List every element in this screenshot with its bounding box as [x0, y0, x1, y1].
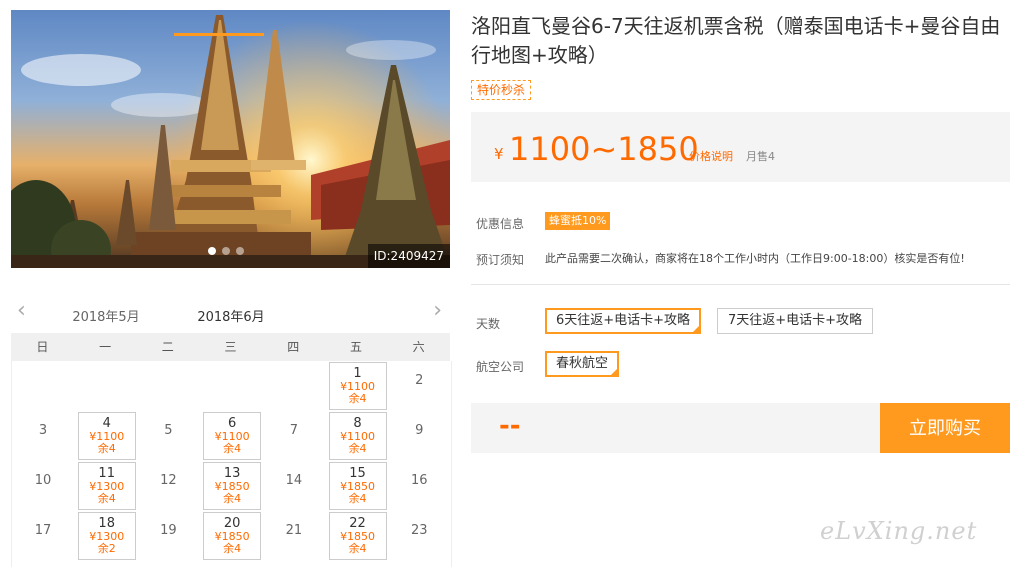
calendar-day-remaining: 余4 — [348, 542, 367, 555]
calendar-day-number: 16 — [411, 473, 428, 488]
weekday-label: 三 — [224, 340, 237, 354]
flash-sale-badge: 特价秒杀 — [471, 80, 532, 100]
calendar-day-available[interactable]: 6 ¥1100 余4 — [203, 412, 262, 460]
calendar-day: 14 — [263, 461, 325, 511]
day-option-7[interactable]: 7天往返+电话卡+攻略 — [717, 308, 874, 334]
calendar-day: 17 — [12, 511, 74, 561]
calendar-day-number: 12 — [160, 473, 177, 488]
calendar-day: 3 — [12, 411, 74, 461]
calendar-day-number: 11 — [98, 466, 115, 481]
calendar-day-number: 13 — [223, 466, 241, 481]
calendar-day-remaining: 余2 — [97, 542, 116, 555]
month-tab-indicator — [174, 33, 264, 36]
calendar-day-remaining: 余4 — [348, 392, 367, 405]
month-tab-prev[interactable]: 2018年5月 — [61, 306, 151, 325]
calendar-day-number: 15 — [349, 466, 366, 481]
calendar-day-number: 14 — [285, 473, 303, 488]
airline-label: 航空公司 — [476, 360, 525, 374]
calendar-day-number: 8 — [353, 416, 362, 431]
calendar-day: 9 — [388, 411, 450, 461]
section-divider — [471, 284, 1010, 285]
weekday-label: 二 — [161, 340, 174, 354]
calendar-day-available[interactable]: 15 ¥1850 余4 — [328, 462, 387, 510]
calendar-day-available[interactable]: 18 ¥1300 余2 — [77, 512, 136, 560]
booking-notice: 此产品需要二次确认，商家将在18个工作小时内（工作日9:00-18:00）核实是… — [545, 252, 965, 265]
calendar-day-number: 9 — [415, 423, 424, 438]
calendar-day-number: 10 — [34, 473, 52, 488]
calendar-day-available[interactable]: 20 ¥1850 余4 — [203, 512, 262, 560]
watermark: eLvXing.net — [820, 517, 978, 545]
calendar-day: 10 — [12, 461, 74, 511]
weekday-label: 五 — [349, 340, 362, 354]
chevron-left-icon[interactable]: ‹ — [17, 300, 26, 322]
days-label: 天数 — [476, 317, 501, 331]
carousel-dot[interactable] — [208, 247, 216, 255]
product-hero-image[interactable]: ID:2409427 — [11, 10, 450, 268]
calendar-day-remaining: 余4 — [348, 492, 367, 505]
calendar-day-remaining: 余4 — [348, 442, 367, 455]
calendar-day: 7 — [263, 411, 325, 461]
calendar-day: 5 — [137, 411, 199, 461]
monthly-sales: 月售4 — [746, 150, 775, 163]
carousel-dots — [208, 247, 244, 255]
calendar-day-number: 19 — [160, 523, 177, 538]
calendar-day-number: 1 — [353, 366, 362, 381]
calendar-day-remaining: 余4 — [223, 442, 242, 455]
month-tab-current[interactable]: 2018年6月 — [186, 306, 276, 325]
promo-label: 优惠信息 — [476, 217, 525, 231]
airline-option-spring[interactable]: 春秋航空 — [545, 351, 620, 377]
promo-tag: 蜂蜜抵10% — [545, 212, 611, 230]
calendar-day-remaining: 余4 — [97, 442, 116, 455]
currency-symbol: ¥ — [494, 145, 504, 163]
calendar-grid: 1 ¥1100 余4 2 3 4 ¥1100 余4 5 6 ¥1100 余4 7 8 ¥1100 余4 9 10 1… — [11, 361, 452, 567]
calendar-day-number: 21 — [285, 523, 303, 538]
price-note-link[interactable]: 价格说明 — [689, 148, 733, 164]
calendar-day-number: 17 — [34, 523, 52, 538]
image-id-label: ID:2409427 — [367, 244, 450, 268]
calendar-day-available[interactable]: 8 ¥1100 余4 — [328, 412, 387, 460]
calendar-day-number: 7 — [289, 423, 298, 438]
calendar-day-remaining: 余4 — [223, 542, 242, 555]
calendar-day: 16 — [388, 461, 450, 511]
calendar-day-remaining: 余4 — [97, 492, 116, 505]
calendar-day-number: 6 — [228, 416, 237, 431]
calendar-day-number: 22 — [349, 516, 366, 531]
calendar-day-number: 2 — [415, 373, 424, 388]
weekday-label: 一 — [99, 340, 112, 354]
calendar-day-available[interactable]: 13 ¥1850 余4 — [203, 462, 262, 510]
calendar-day: 12 — [137, 461, 199, 511]
calendar-weekday-header: 日 一 二 三 四 五 六 — [11, 333, 450, 361]
calendar-day-available[interactable]: 22 ¥1850 余4 — [328, 512, 387, 560]
price-range: 1100~1850 — [509, 130, 699, 168]
total-price-placeholder: -- — [499, 411, 521, 441]
calendar-month-nav: ‹ 2018年5月 2018年6月 › — [11, 296, 450, 332]
weekday-label: 六 — [412, 340, 425, 354]
calendar-day: 19 — [137, 511, 199, 561]
carousel-dot[interactable] — [222, 247, 230, 255]
product-title: 洛阳直飞曼谷6-7天往返机票含税（赠泰国电话卡+曼谷自由行地图+攻略） — [471, 14, 1001, 67]
chevron-right-icon[interactable]: › — [433, 300, 442, 322]
weekday-label: 日 — [36, 340, 49, 354]
calendar-day-number: 4 — [102, 416, 111, 431]
temple-illustration — [11, 15, 450, 268]
day-option-6[interactable]: 6天往返+电话卡+攻略 — [545, 308, 702, 334]
calendar-day-number: 23 — [411, 523, 428, 538]
calendar-day-number: 3 — [38, 423, 48, 438]
carousel-dot[interactable] — [236, 247, 244, 255]
calendar-day-available[interactable]: 4 ¥1100 余4 — [77, 412, 136, 460]
calendar-day: 2 — [388, 361, 450, 411]
calendar-day-number: 18 — [98, 516, 115, 531]
calendar-day: 23 — [388, 511, 450, 561]
buy-now-button[interactable]: 立即购买 — [880, 403, 1010, 453]
notice-label: 预订须知 — [476, 253, 525, 267]
calendar-day-available[interactable]: 11 ¥1300 余4 — [77, 462, 136, 510]
calendar-day: 21 — [263, 511, 325, 561]
calendar-day-number: 20 — [223, 516, 241, 531]
calendar-day-available[interactable]: 1 ¥1100 余4 — [328, 362, 387, 410]
price-panel: ¥ 1100~1850 价格说明 月售4 — [471, 112, 1010, 182]
calendar-day-remaining: 余4 — [223, 492, 242, 505]
weekday-label: 四 — [287, 340, 300, 354]
calendar-day-number: 5 — [164, 423, 173, 438]
total-price-bar: -- — [471, 403, 880, 453]
